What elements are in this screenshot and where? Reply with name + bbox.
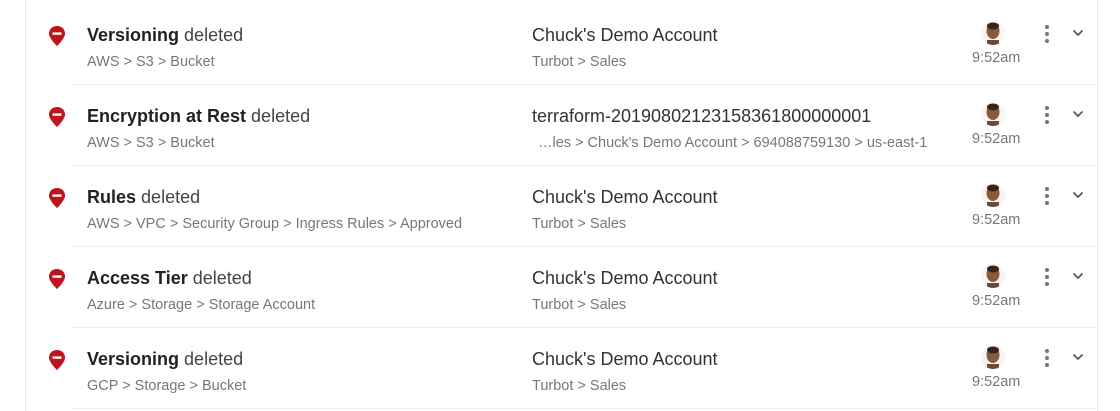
- resource-name[interactable]: Access Tier: [87, 268, 188, 288]
- event-title: Versioning deleted: [87, 349, 243, 370]
- event-title: Versioning deleted: [87, 25, 243, 46]
- avatar[interactable]: [981, 183, 1005, 207]
- alert-pin-icon: [49, 269, 65, 289]
- row-divider: [72, 165, 1097, 166]
- account-path: Turbot > Sales: [532, 378, 627, 394]
- row-divider: [72, 246, 1097, 247]
- account-name[interactable]: Chuck's Demo Account: [532, 268, 718, 289]
- account-name[interactable]: Chuck's Demo Account: [532, 25, 718, 46]
- kebab-menu-icon[interactable]: [1040, 23, 1054, 45]
- alert-pin-icon: [49, 107, 65, 127]
- resource-path: GCP > Storage > Bucket: [87, 378, 247, 394]
- resource-path: AWS > VPC > Security Group > Ingress Rul…: [87, 216, 463, 232]
- row-divider: [72, 84, 1097, 85]
- alert-pin-icon: [49, 26, 65, 46]
- event-action: deleted: [141, 187, 201, 207]
- account-name[interactable]: Chuck's Demo Account: [532, 349, 718, 370]
- resource-name[interactable]: Versioning: [87, 349, 179, 369]
- chevron-down-icon[interactable]: [1069, 267, 1087, 285]
- event-time: 9:52am: [972, 293, 1021, 309]
- resource-path: Azure > Storage > Storage Account: [87, 297, 316, 313]
- resource-name[interactable]: Encryption at Rest: [87, 106, 246, 126]
- event-title: Access Tier deleted: [87, 268, 252, 289]
- event-time: 9:52am: [972, 374, 1021, 390]
- account-name[interactable]: Chuck's Demo Account: [532, 187, 718, 208]
- resource-path: AWS > S3 > Bucket: [87, 135, 215, 151]
- kebab-menu-icon[interactable]: [1040, 104, 1054, 126]
- event-time: 9:52am: [972, 131, 1021, 147]
- kebab-menu-icon[interactable]: [1040, 266, 1054, 288]
- event-action: deleted: [192, 268, 252, 288]
- chevron-down-icon[interactable]: [1069, 186, 1087, 204]
- resource-path: AWS > S3 > Bucket: [87, 54, 215, 70]
- list-item[interactable]: Access Tier deleted Azure > Storage > St…: [26, 248, 1097, 328]
- event-action: deleted: [184, 25, 244, 45]
- event-title: Encryption at Rest deleted: [87, 106, 310, 127]
- list-item[interactable]: Versioning deleted AWS > S3 > Bucket Chu…: [26, 5, 1097, 85]
- chevron-down-icon[interactable]: [1069, 105, 1087, 123]
- account-path: …les > Chuck's Demo Account > 6940887591…: [538, 135, 928, 151]
- avatar[interactable]: [981, 264, 1005, 288]
- list-item[interactable]: Rules deleted AWS > VPC > Security Group…: [26, 167, 1097, 247]
- alert-pin-icon: [49, 188, 65, 208]
- chevron-down-icon[interactable]: [1069, 24, 1087, 42]
- account-path: Turbot > Sales: [532, 297, 627, 313]
- list-item[interactable]: Encryption at Rest deleted AWS > S3 > Bu…: [26, 86, 1097, 166]
- alert-pin-icon: [49, 350, 65, 370]
- activity-list: Versioning deleted AWS > S3 > Bucket Chu…: [25, 0, 1098, 411]
- event-action: deleted: [184, 349, 244, 369]
- chevron-down-icon[interactable]: [1069, 348, 1087, 366]
- account-path: Turbot > Sales: [532, 216, 627, 232]
- row-divider: [72, 408, 1097, 409]
- account-path: Turbot > Sales: [532, 54, 627, 70]
- event-time: 9:52am: [972, 50, 1021, 66]
- avatar[interactable]: [981, 345, 1005, 369]
- avatar[interactable]: [981, 102, 1005, 126]
- resource-name[interactable]: Rules: [87, 187, 136, 207]
- event-title: Rules deleted: [87, 187, 200, 208]
- avatar[interactable]: [981, 21, 1005, 45]
- event-action: deleted: [251, 106, 311, 126]
- event-time: 9:52am: [972, 212, 1021, 228]
- list-item[interactable]: Versioning deleted GCP > Storage > Bucke…: [26, 329, 1097, 409]
- account-name[interactable]: terraform-20190802123158361800000001: [532, 106, 871, 127]
- row-divider: [72, 327, 1097, 328]
- kebab-menu-icon[interactable]: [1040, 185, 1054, 207]
- resource-name[interactable]: Versioning: [87, 25, 179, 45]
- kebab-menu-icon[interactable]: [1040, 347, 1054, 369]
